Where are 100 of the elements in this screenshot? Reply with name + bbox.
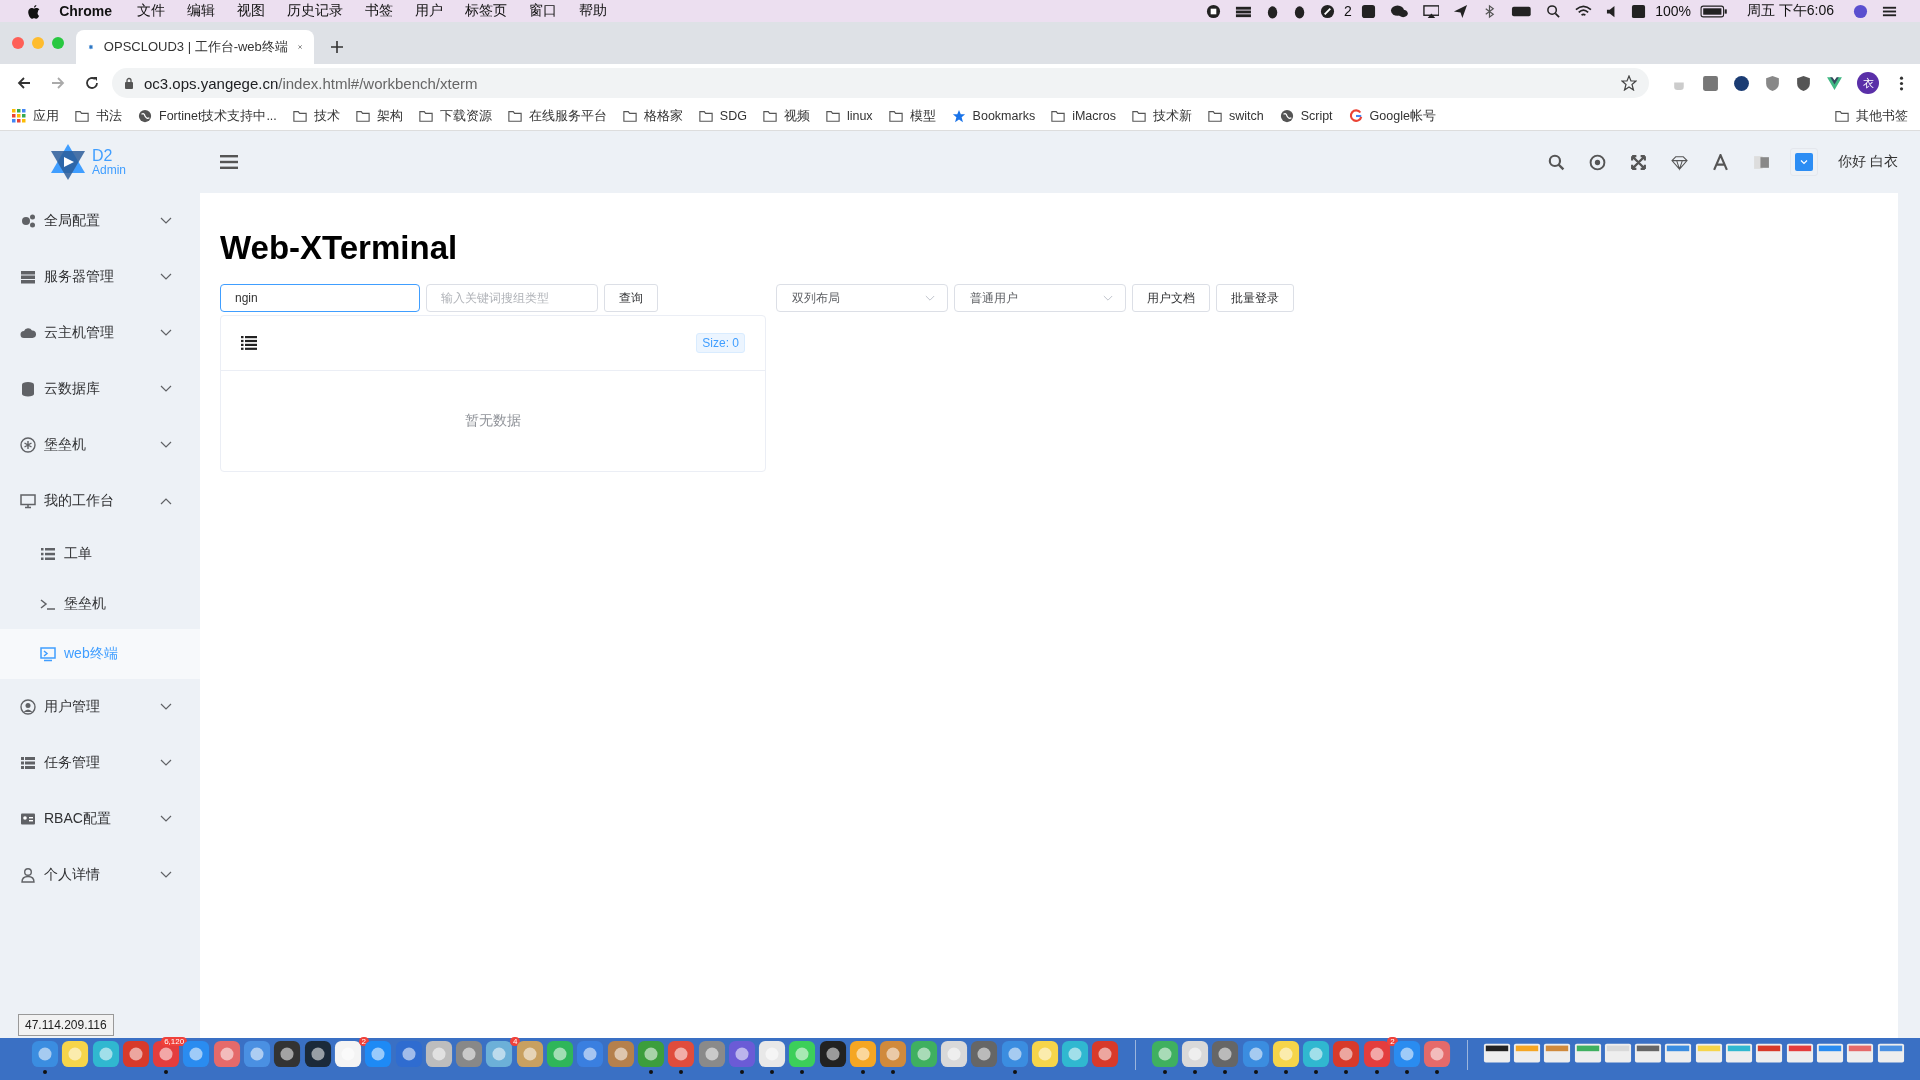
shield-icon[interactable]: [1764, 74, 1781, 92]
bookmark-item[interactable]: 视频: [762, 107, 810, 125]
sidebar-subitem[interactable]: 工单: [0, 529, 200, 579]
empty-text: 暂无数据: [465, 412, 521, 430]
user-greeting[interactable]: 你好 白衣: [1838, 153, 1898, 171]
search-icon[interactable]: [1546, 3, 1562, 19]
battery-icon[interactable]: [1700, 3, 1728, 19]
shield-icon[interactable]: [1795, 74, 1812, 92]
menu-item[interactable]: 标签页: [465, 2, 508, 20]
sidebar-item[interactable]: 任务管理: [0, 735, 200, 791]
folder-icon: [698, 109, 713, 123]
sidebar-item[interactable]: 全局配置: [0, 193, 200, 249]
menu-item[interactable]: 文件: [137, 2, 166, 20]
search-icon[interactable]: [1548, 153, 1566, 171]
sidebar-item[interactable]: 云数据库: [0, 361, 200, 417]
reload-icon[interactable]: [84, 75, 100, 91]
sidebar-item[interactable]: 服务器管理: [0, 249, 200, 305]
menu-item[interactable]: 历史记录: [287, 2, 344, 20]
menu-item[interactable]: 书签: [365, 2, 394, 20]
google-logo-icon: [1348, 109, 1363, 123]
sidebar-item[interactable]: 堡垒机: [0, 417, 200, 473]
search-field[interactable]: ngin: [220, 284, 420, 312]
action-button[interactable]: 批量登录: [1216, 284, 1294, 312]
globe-icon: [138, 109, 152, 123]
sidebar-label: 我的工作台: [44, 492, 115, 510]
menu-item[interactable]: 帮助: [579, 2, 608, 20]
sidebar-item[interactable]: 我的工作台: [0, 473, 200, 529]
bookmark-item[interactable]: SDG: [698, 109, 747, 123]
bookmark-item[interactable]: switch: [1207, 109, 1264, 123]
extension-icon[interactable]: [1733, 74, 1750, 92]
address-bar[interactable]: oc3.ops.yangege.cn/index.html#/workbench/xterm: [112, 68, 1649, 98]
stop-icon[interactable]: [1205, 3, 1221, 19]
vue-logo-icon[interactable]: [1826, 74, 1843, 92]
apple-icon[interactable]: [27, 3, 41, 19]
back-icon[interactable]: [16, 75, 32, 91]
keyword-field[interactable]: 输入关键词搜组类型: [426, 284, 598, 312]
menu-item[interactable]: 用户: [415, 2, 444, 20]
sidebar-item[interactable]: RBAC配置: [0, 791, 200, 847]
sidebar-label: 云数据库: [44, 380, 101, 398]
bookmark-item[interactable]: 架构: [355, 107, 403, 125]
sidebar-item[interactable]: 用户管理: [0, 679, 200, 735]
folder-icon: [1051, 109, 1066, 123]
bookmark-item[interactable]: Script: [1279, 109, 1333, 123]
wifi-icon[interactable]: [1575, 3, 1592, 19]
apps-grid-icon: [12, 109, 26, 123]
new-tab-icon[interactable]: [330, 40, 344, 54]
logo-icon[interactable]: [48, 142, 88, 182]
user-circle-icon: [20, 699, 36, 715]
person-icon: [20, 867, 36, 883]
menu-item[interactable]: 视图: [237, 2, 266, 20]
bookmark-item[interactable]: 格格家: [622, 107, 683, 125]
sidebar-label: 任务管理: [44, 754, 101, 772]
app-icon[interactable]: [818, 1040, 847, 1068]
sidebar-item[interactable]: 云主机管理: [0, 305, 200, 361]
menu-item[interactable]: 窗口: [529, 2, 558, 20]
bookmark-item[interactable]: 技术新: [1131, 107, 1192, 125]
sidebar-label: 服务器管理: [44, 268, 115, 286]
bookmark-item[interactable]: 在线服务平台: [507, 107, 607, 125]
diamond-icon[interactable]: [1671, 153, 1689, 171]
sidebar-label: 个人详情: [44, 866, 101, 884]
fullscreen-icon[interactable]: [1630, 153, 1648, 171]
forward-icon[interactable]: [50, 75, 66, 91]
profile-avatar[interactable]: 衣: [1857, 72, 1879, 94]
font-size-icon[interactable]: [1712, 153, 1730, 171]
menu-item[interactable]: 编辑: [187, 2, 216, 20]
bookmark-item[interactable]: linux: [825, 109, 873, 123]
folder-icon: [825, 109, 840, 123]
sidebar-subitem[interactable]: 堡垒机: [0, 579, 200, 629]
bookmark-item[interactable]: 其他书签: [1835, 107, 1908, 125]
browser-tab[interactable]: OPSCLOUD3 | 工作台-web终端: [76, 30, 314, 64]
airplay-icon[interactable]: [1422, 3, 1440, 19]
bookmark-item[interactable]: 应用: [12, 107, 59, 125]
bookmark-item[interactable]: 技术: [292, 107, 340, 125]
bookmark-item[interactable]: iMacros: [1051, 109, 1116, 123]
url-text: oc3.ops.yangege.cn/index.html#/workbench/xterm: [144, 74, 479, 92]
sidebar-item[interactable]: 个人详情: [0, 847, 200, 903]
terminal-prompt-icon: [40, 596, 56, 612]
bookmark-item[interactable]: 模型: [888, 107, 936, 125]
target-icon[interactable]: [1589, 153, 1607, 171]
close-window-icon[interactable]: [12, 37, 24, 49]
bookmark-item[interactable]: Fortinet技术支持中...: [138, 107, 277, 125]
chat-icon[interactable]: [1389, 3, 1409, 19]
gears-icon: [20, 213, 36, 229]
action-button[interactable]: 用户文档: [1132, 284, 1210, 312]
bookmark-item[interactable]: 下载资源: [418, 107, 492, 125]
layout-select[interactable]: 双列布局: [776, 284, 948, 312]
user-type-select[interactable]: 普通用户: [954, 284, 1126, 312]
bookmark-item[interactable]: Google帐号: [1348, 107, 1436, 125]
app-icon[interactable]: [303, 1040, 332, 1068]
menu-icon[interactable]: [220, 155, 238, 169]
bookmark-star-icon[interactable]: [1621, 75, 1637, 91]
query-button[interactable]: 查询: [604, 284, 658, 312]
close-icon[interactable]: [297, 42, 302, 52]
bookmark-item[interactable]: 书法: [75, 107, 122, 125]
theme-color-picker[interactable]: [1790, 148, 1819, 176]
bookmark-item[interactable]: Bookmarks: [951, 109, 1036, 123]
menu-app-name[interactable]: Chrome: [59, 3, 113, 19]
list-icon[interactable]: [241, 336, 257, 350]
send-icon[interactable]: [1453, 3, 1469, 19]
clock[interactable]: 周五 下午6:06: [1746, 2, 1834, 20]
